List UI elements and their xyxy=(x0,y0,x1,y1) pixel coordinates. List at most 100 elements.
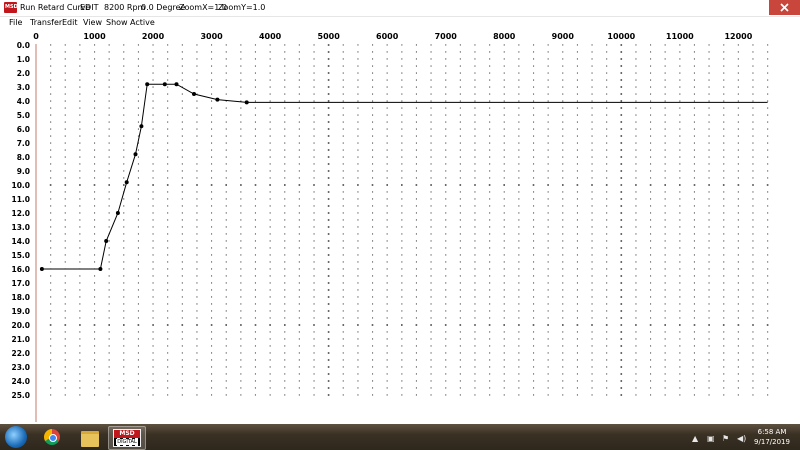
grid-dot xyxy=(269,219,271,221)
grid-dot xyxy=(606,163,608,165)
grid-dot xyxy=(723,107,725,109)
curve-points[interactable] xyxy=(39,82,249,271)
grid-dot xyxy=(269,93,271,95)
grid-dot xyxy=(64,261,66,263)
grid-dot xyxy=(298,324,301,326)
grid-dot xyxy=(401,156,403,158)
grid-dot xyxy=(635,100,637,102)
grid-dot xyxy=(474,72,476,74)
curve-point[interactable] xyxy=(192,92,196,96)
grid-dot xyxy=(225,79,227,81)
grid-dot xyxy=(723,79,725,81)
up-arrow-icon[interactable]: ▲ xyxy=(692,434,698,443)
taskbar-msd[interactable]: MSD DIGITAL xyxy=(108,426,146,450)
grid-dot xyxy=(767,247,769,249)
curve-point[interactable] xyxy=(244,100,249,105)
clock-time[interactable]: 6:58 AM xyxy=(748,428,796,436)
grid-dot xyxy=(445,86,447,88)
grid-dot xyxy=(167,72,169,74)
grid-dot xyxy=(503,324,505,326)
curve-point[interactable] xyxy=(124,180,129,185)
start-button[interactable] xyxy=(5,426,27,448)
taskbar-explorer[interactable] xyxy=(72,426,108,448)
grid-dot xyxy=(108,394,110,396)
curve-point[interactable] xyxy=(174,82,179,87)
grid-dot xyxy=(386,135,388,137)
curve-point[interactable] xyxy=(162,82,167,87)
close-button[interactable] xyxy=(769,0,800,15)
grid-dot xyxy=(547,289,549,291)
menu-transfer[interactable]: Transfer xyxy=(30,18,62,27)
grid-dot xyxy=(357,324,359,326)
grid-dot xyxy=(576,149,578,151)
curve-point[interactable] xyxy=(139,124,144,129)
grid-dot xyxy=(327,51,330,53)
grid-dot xyxy=(357,65,359,67)
grid-dot xyxy=(225,226,227,228)
menu-active[interactable]: Active xyxy=(130,18,155,27)
grid-dot xyxy=(108,142,110,144)
grid-dot xyxy=(284,261,286,263)
grid-dot xyxy=(518,394,520,396)
grid-dot xyxy=(664,331,666,333)
grid-dot xyxy=(269,198,271,200)
menu-edit[interactable]: Edit xyxy=(62,18,78,27)
menu-show[interactable]: Show xyxy=(106,18,128,27)
grid-dot xyxy=(79,100,81,102)
grid-dot xyxy=(357,289,359,291)
clock-date[interactable]: 9/17/2019 xyxy=(748,438,796,446)
curve-point[interactable] xyxy=(104,239,109,243)
grid-dot xyxy=(533,170,535,172)
flag-icon[interactable]: ⚑ xyxy=(722,434,729,443)
grid-dot xyxy=(635,163,637,165)
menu-view[interactable]: View xyxy=(83,18,102,27)
curve-point[interactable] xyxy=(133,152,138,157)
grid-dot xyxy=(518,352,520,354)
grid-dot xyxy=(415,296,417,298)
grid-dot xyxy=(737,142,739,144)
grid-dot xyxy=(284,58,286,60)
grid-dot xyxy=(79,184,81,186)
retard-curve-chart[interactable]: 0 1000 2000 3000 4000 5000 6000 7000 8000 9000 100… xyxy=(0,30,800,424)
grid-dot xyxy=(474,58,476,60)
retard-curve-line[interactable] xyxy=(41,83,768,270)
network-icon[interactable]: ▣ xyxy=(707,434,715,443)
curve-point[interactable] xyxy=(145,82,150,87)
grid-dot xyxy=(181,100,183,102)
grid-dot xyxy=(415,254,417,256)
msd-logo-icon[interactable]: MSD xyxy=(4,2,18,13)
grid-dot xyxy=(342,303,344,305)
grid-dot xyxy=(401,338,403,340)
grid-dot xyxy=(313,219,315,221)
grid-dot xyxy=(357,44,359,46)
grid-dot xyxy=(50,86,52,88)
grid-dot xyxy=(284,282,286,284)
grid-dot xyxy=(94,58,96,60)
grid-dot xyxy=(64,373,66,375)
grid-dot xyxy=(606,44,608,46)
grid-dot xyxy=(225,51,227,53)
grid-dot xyxy=(123,205,125,207)
curve-point[interactable] xyxy=(215,97,220,102)
grid-dot xyxy=(357,51,359,53)
grid-dot xyxy=(693,359,695,361)
curve-point[interactable] xyxy=(39,267,44,271)
grid-dot xyxy=(79,380,81,382)
grid-dot xyxy=(372,240,374,242)
curve-point[interactable] xyxy=(98,267,103,271)
grid-dot xyxy=(664,338,666,340)
grid-dot xyxy=(137,289,139,291)
grid-dot xyxy=(357,219,359,221)
grid-dot xyxy=(313,373,315,375)
grid-dot xyxy=(79,205,81,207)
grid-dot xyxy=(181,142,183,144)
menu-file[interactable]: File xyxy=(9,18,22,27)
grid-dot xyxy=(606,212,608,214)
taskbar-chrome[interactable] xyxy=(34,426,70,448)
grid-dot xyxy=(708,58,710,60)
grid-dot xyxy=(489,198,491,200)
curve-point[interactable] xyxy=(115,211,120,215)
volume-icon[interactable]: ◀) xyxy=(737,434,746,443)
grid-dot xyxy=(547,177,549,179)
grid-dot xyxy=(445,177,447,179)
